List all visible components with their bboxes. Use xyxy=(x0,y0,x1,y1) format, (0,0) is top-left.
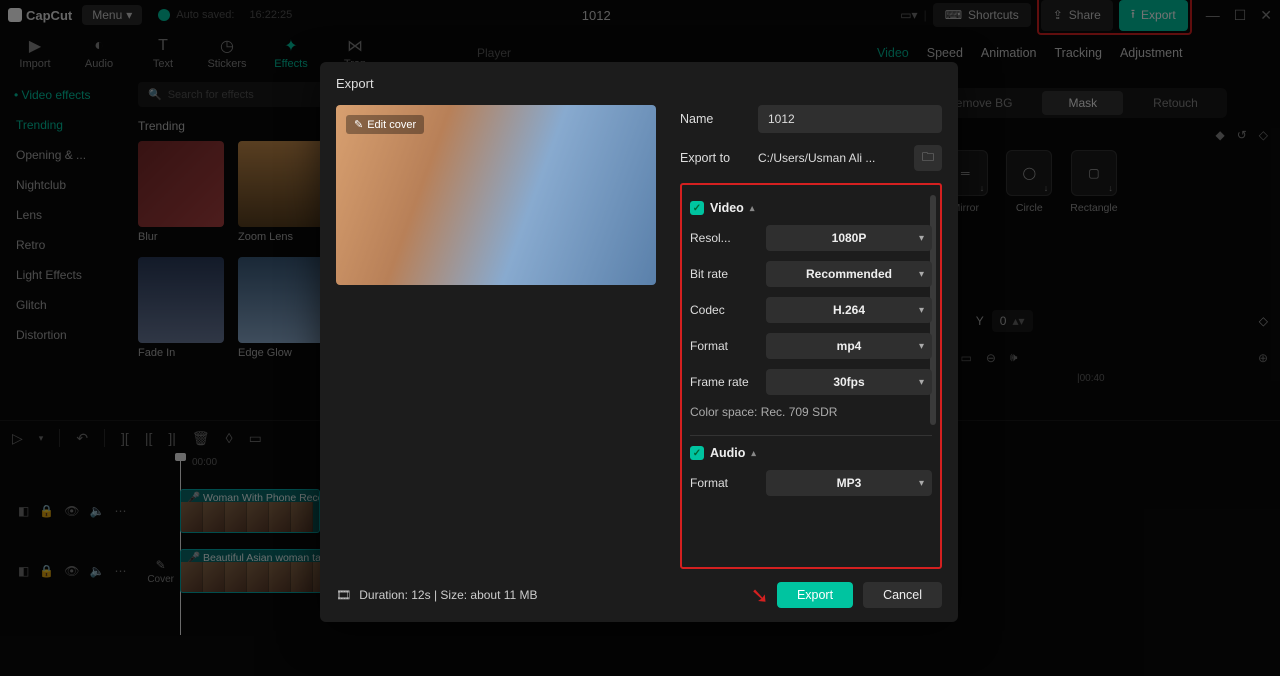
codec-select[interactable]: H.264▾ xyxy=(766,297,932,323)
colorspace-text: Color space: Rec. 709 SDR xyxy=(690,405,932,419)
res-select[interactable]: 1080P▾ xyxy=(766,225,932,251)
format-select[interactable]: mp4▾ xyxy=(766,333,932,359)
name-input[interactable]: 1012 xyxy=(758,105,942,133)
cancel-button[interactable]: Cancel xyxy=(863,582,942,608)
bitrate-select[interactable]: Recommended▾ xyxy=(766,261,932,287)
format-label: Format xyxy=(690,339,766,353)
checkbox-icon[interactable]: ✓ xyxy=(690,201,704,215)
browse-folder-button[interactable]: 🗀 xyxy=(914,145,942,171)
folder-icon: 🗀 xyxy=(922,148,934,169)
pencil-icon: ✎ xyxy=(354,118,363,131)
bitrate-label: Bit rate xyxy=(690,267,766,281)
exportto-path: C:/Users/Usman Ali ... xyxy=(758,151,908,165)
export-dialog: Export ✎ Edit cover Name 1012 Export to … xyxy=(320,62,958,622)
arrow-annotation: ➘ xyxy=(751,583,769,609)
res-label: Resol... xyxy=(690,231,766,245)
audio-section[interactable]: ✓ Audio ▴ xyxy=(690,446,932,460)
fps-label: Frame rate xyxy=(690,375,766,389)
cover-preview: ✎ Edit cover xyxy=(336,105,656,285)
dialog-title: Export xyxy=(336,76,942,91)
audio-format-select[interactable]: MP3▾ xyxy=(766,470,932,496)
audio-format-label: Format xyxy=(690,476,766,490)
film-icon: 🎞 xyxy=(336,588,351,602)
export-confirm-button[interactable]: Export xyxy=(777,582,853,608)
video-section[interactable]: ✓ Video ▴ xyxy=(690,201,932,215)
fps-select[interactable]: 30fps▾ xyxy=(766,369,932,395)
exportto-label: Export to xyxy=(680,151,758,165)
name-label: Name xyxy=(680,112,758,126)
codec-label: Codec xyxy=(690,303,766,317)
checkbox-icon[interactable]: ✓ xyxy=(690,446,704,460)
edit-cover-button[interactable]: ✎ Edit cover xyxy=(346,115,424,134)
duration-info: 🎞 Duration: 12s | Size: about 11 MB xyxy=(336,588,538,602)
settings-highlight: ✓ Video ▴ Resol...1080P▾ Bit rateRecomme… xyxy=(680,183,942,569)
